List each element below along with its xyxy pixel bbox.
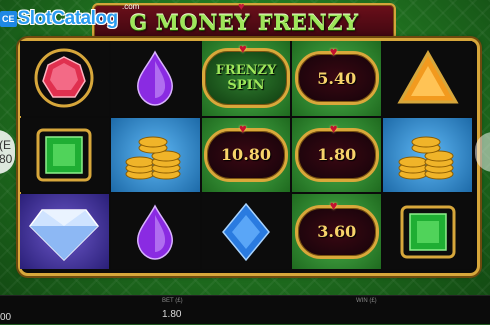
heart-icon: ♥ [238, 41, 247, 57]
purple-gem-icon [133, 49, 177, 107]
balance-value: 00 [0, 312, 12, 323]
cash-value-plaque: ♥ 5.40 [294, 44, 379, 106]
reel-cell: ♥ 1.80 [292, 117, 382, 193]
cash-value-plaque: ♥ 3.60 [294, 198, 379, 259]
balance-display: 00 [0, 307, 11, 325]
reel-cell [110, 194, 200, 269]
heart-icon: ♥ [238, 1, 245, 13]
green-gem-icon [399, 204, 457, 260]
game-title: G MONEY FRENZY [129, 9, 359, 35]
reel-cell [383, 41, 472, 116]
reel-grid: ♥ FRENZY SPIN ♥ 5.40 ♥ 10.80 ♥ 1.80 ♥ 3.60 [18, 41, 474, 269]
plaque-value: 10.80 [220, 145, 272, 165]
logo-suffix: .com [122, 2, 140, 11]
reel-cell [20, 117, 109, 193]
green-gem-icon [35, 127, 93, 183]
plaque-value: 5.40 [317, 68, 357, 88]
bottom-bar: 00 BET (£) 1.80 WIN (£) [0, 295, 490, 324]
gold-coins-icon [120, 126, 190, 184]
blue-gem-icon [220, 201, 272, 263]
logo-badge: CE [0, 11, 17, 27]
reel-cell: ♥ 5.40 [292, 41, 382, 116]
diamond-icon [26, 200, 102, 264]
frenzy-spin-symbol: ♥ FRENZY SPIN [201, 41, 290, 109]
red-gem-icon [33, 47, 95, 109]
reel-cell: ♥ 3.60 [292, 194, 382, 269]
purple-gem-icon [133, 203, 177, 261]
plaque-value: 1.80 [317, 145, 357, 165]
bet-display[interactable]: BET (£) 1.80 [162, 298, 183, 322]
win-display: WIN (£) [356, 298, 377, 304]
reel-cell [20, 194, 109, 269]
plaque-value: 3.60 [317, 222, 357, 242]
plaque-value: FRENZY SPIN [215, 63, 277, 94]
reel-cell: ♥ FRENZY SPIN [201, 41, 291, 116]
slotcatalog-logo: CE SlotCatalog .com [0, 2, 139, 30]
heart-icon: ♥ [329, 197, 338, 213]
cash-value-plaque: ♥ 10.80 [203, 121, 288, 182]
left-side-line2: 80 [0, 152, 13, 166]
heart-icon: ♥ [329, 120, 338, 136]
orange-gem-icon [397, 50, 459, 106]
heart-icon: ♥ [238, 120, 247, 136]
reel-cell [110, 117, 200, 193]
win-label: WIN (£) [356, 298, 377, 304]
gold-coins-icon [393, 126, 463, 184]
left-side-line1: (E [0, 138, 11, 152]
logo-text: SlotCatalog [17, 8, 119, 29]
reel-cell [383, 117, 472, 193]
bet-label: BET (£) [162, 298, 183, 304]
reel-cell [201, 194, 291, 269]
reel-cell [383, 194, 472, 269]
reel-cell [110, 41, 200, 116]
bet-value: 1.80 [162, 309, 182, 320]
heart-icon: ♥ [329, 44, 338, 60]
reel-cell [20, 41, 109, 116]
reel-cell: ♥ 10.80 [201, 117, 291, 193]
cash-value-plaque: ♥ 1.80 [294, 121, 379, 182]
